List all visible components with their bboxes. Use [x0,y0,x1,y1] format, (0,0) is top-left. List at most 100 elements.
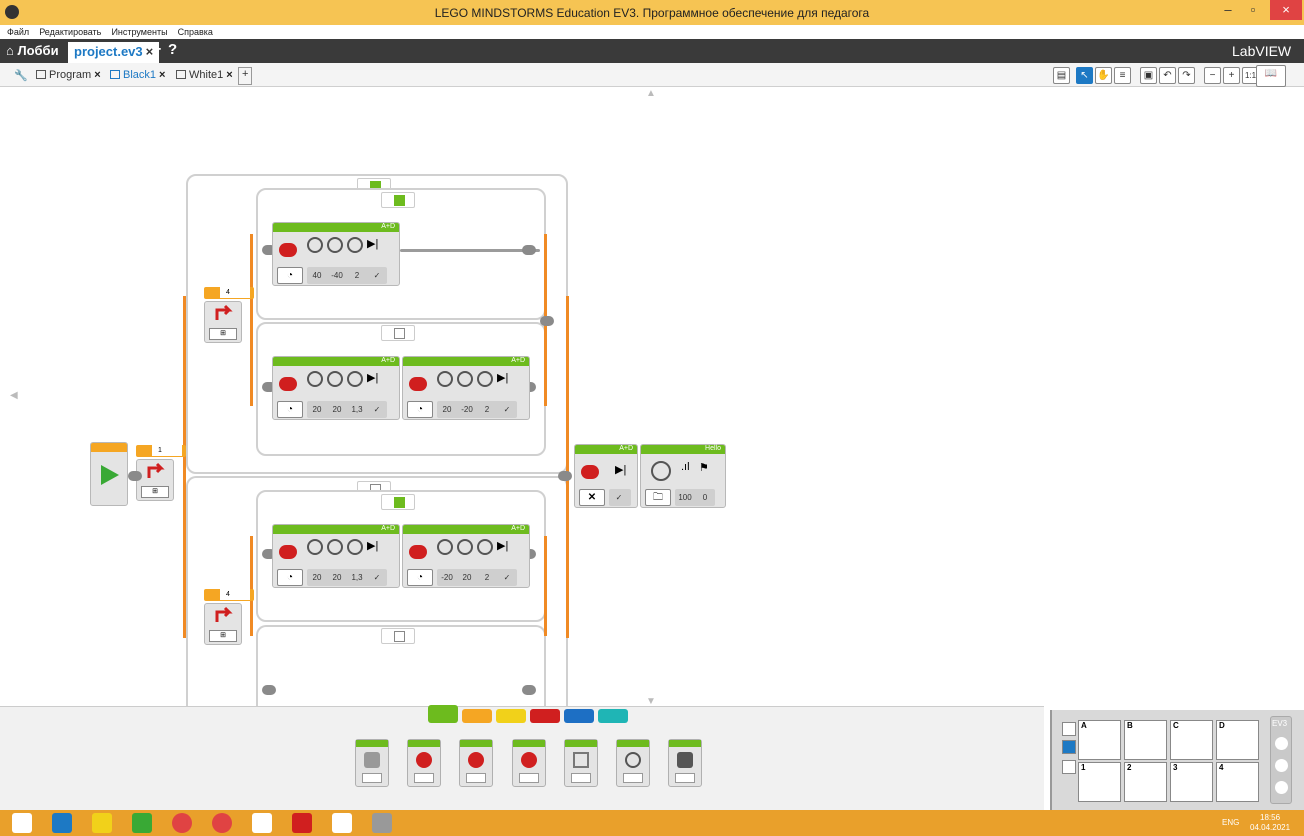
sensor-port-3[interactable]: 3 [1170,762,1213,802]
param-power-left[interactable]: 20 [437,401,457,418]
param-power-left[interactable]: -20 [437,569,457,586]
param-rotations[interactable]: 2 [347,267,367,284]
loop-mode-icon[interactable]: ⊞ [209,328,237,340]
yandex-icon[interactable] [212,813,232,833]
param-power-left[interactable]: 20 [307,401,327,418]
mode-selector[interactable]: ◔ [277,401,303,418]
param-power-right[interactable]: -20 [457,401,477,418]
motor-port-d[interactable]: D [1216,720,1259,760]
close-tab-icon[interactable]: × [226,69,232,81]
clock[interactable]: 18:56 04.04.2021 [1250,813,1290,833]
scroll-up-icon[interactable]: ▲ [646,88,656,99]
mode-selector[interactable]: ◔ [277,569,303,586]
loop-count[interactable]: 4 [220,287,250,298]
menu-file[interactable]: Файл [7,25,29,39]
scroll-left-icon[interactable]: ◀ [10,390,18,401]
mode-selector[interactable]: ◔ [407,569,433,586]
palette-tab-flow[interactable] [462,709,492,723]
mode-off-icon[interactable]: ✕ [579,489,605,506]
maximize-button[interactable]: ▫ [1240,0,1266,20]
palette-medium-motor[interactable] [355,739,389,787]
move-tank-block[interactable]: A+D ▶| ◔ 20 20 1,3 ✓ [272,524,400,588]
palette-large-motor[interactable] [407,739,441,787]
param-brake[interactable]: ✓ [497,401,517,418]
palette-tab-myblocks[interactable] [598,709,628,723]
sound-block[interactable]: Hello .ıl ⚑ 🗀 100 0 [640,444,726,508]
store-icon[interactable] [132,813,152,833]
param-volume[interactable]: 100 [675,489,695,506]
port-view-icon[interactable] [1062,722,1076,736]
param-play-type[interactable]: 0 [695,489,715,506]
palette-brick-light[interactable] [668,739,702,787]
loop-block[interactable]: ⊞ [204,603,242,645]
undo-icon[interactable]: ↶ [1159,67,1176,84]
lobby-tab[interactable]: ⌂ Лобби [6,43,59,58]
palette-move-steering[interactable] [459,739,493,787]
add-tab-button[interactable]: + [238,67,253,85]
help-button[interactable]: ? [168,41,177,58]
palette-move-tank[interactable] [512,739,546,787]
explorer-icon[interactable] [92,813,112,833]
port-label[interactable]: A+D [381,525,395,532]
wrench-icon[interactable]: 🔧 [10,67,32,85]
loop-mode-icon[interactable]: ⊞ [141,486,169,498]
param-seconds[interactable]: 1,3 [347,569,367,586]
palette-tab-data[interactable] [530,709,560,723]
sound-file-label[interactable]: Hello [705,445,721,452]
zoom-in-icon[interactable]: + [1223,67,1240,84]
mode-selector[interactable]: ◔ [407,401,433,418]
chrome-icon[interactable] [172,813,192,833]
close-tab-icon[interactable]: × [94,69,100,81]
menu-help[interactable]: Справка [178,25,213,39]
palette-sound[interactable] [616,739,650,787]
close-button[interactable]: × [1270,0,1302,20]
param-seconds[interactable]: 2 [477,569,497,586]
mode-file-icon[interactable]: 🗀 [645,489,671,506]
port-label[interactable]: A+D [511,357,525,364]
case-selector[interactable] [381,494,415,510]
loop-block[interactable]: ⊞ [136,459,174,501]
loop-block[interactable]: ⊞ [204,301,242,343]
download-run-icon[interactable] [1275,759,1288,772]
param-seconds[interactable]: 2 [477,401,497,418]
param-power-left[interactable]: 40 [307,267,327,284]
menu-tools[interactable]: Инструменты [111,25,167,39]
move-tank-block[interactable]: A+D ▶| ◔ 40 -40 2 ✓ [272,222,400,286]
motor-port-c[interactable]: C [1170,720,1213,760]
minimize-button[interactable]: – [1215,0,1241,20]
tab-white1[interactable]: White1 × [172,67,237,85]
zoom-out-icon[interactable]: − [1204,67,1221,84]
add-project-button[interactable]: + [152,41,161,59]
param-power-right[interactable]: 20 [327,401,347,418]
palette-tab-sensor[interactable] [496,709,526,723]
param-brake[interactable]: ✓ [497,569,517,586]
close-tab-icon[interactable]: × [159,69,165,81]
comment-icon[interactable]: ≡ [1114,67,1131,84]
ev3-app-icon[interactable] [252,813,272,833]
content-editor-icon[interactable]: 📖 [1256,65,1286,87]
port-label[interactable]: A+D [619,445,633,452]
loop-count[interactable]: 1 [152,445,182,456]
param-brake[interactable]: ✓ [367,569,387,586]
move-tank-block[interactable]: A+D ▶| ◔ -20 20 2 ✓ [402,524,530,588]
tab-black1[interactable]: Black1 × [106,67,169,85]
pointer-icon[interactable]: ↖ [1076,67,1093,84]
param-power-left[interactable]: 20 [307,569,327,586]
case-selector[interactable] [381,628,415,644]
brick-info-icon[interactable] [1062,740,1076,754]
app-icon[interactable] [372,813,392,833]
port-label[interactable]: A+D [511,525,525,532]
case-selector[interactable] [381,325,415,341]
param-brake[interactable]: ✓ [609,489,629,506]
move-tank-block[interactable]: A+D ▶| ◔ 20 -20 2 ✓ [402,356,530,420]
palette-tab-advanced[interactable] [564,709,594,723]
motor-port-a[interactable]: A [1078,720,1121,760]
hand-icon[interactable]: ✋ [1095,67,1112,84]
sensor-port-2[interactable]: 2 [1124,762,1167,802]
motor-port-b[interactable]: B [1124,720,1167,760]
port-label[interactable]: A+D [381,223,395,230]
sensor-port-1[interactable]: 1 [1078,762,1121,802]
param-brake[interactable]: ✓ [367,267,387,284]
port-label[interactable]: A+D [381,357,395,364]
param-seconds[interactable]: 1,3 [347,401,367,418]
